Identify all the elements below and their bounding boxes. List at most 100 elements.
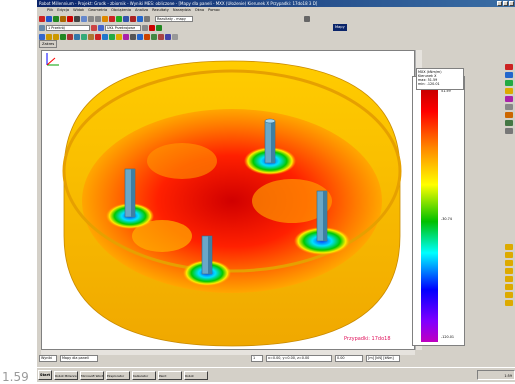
- print-preview-icon[interactable]: [505, 284, 513, 290]
- toolbar-view: [37, 32, 515, 41]
- deform-tool-icon[interactable]: [151, 33, 157, 40]
- taskbar-item[interactable]: Paint: [158, 370, 182, 380]
- rotate-icon[interactable]: [109, 15, 115, 22]
- start-button[interactable]: Start: [38, 370, 52, 380]
- display-icon[interactable]: [142, 24, 148, 31]
- menu-analysis[interactable]: Analiza: [135, 7, 148, 14]
- check-icon[interactable]: [156, 24, 162, 31]
- mode-box[interactable]: Mapy: [333, 24, 347, 31]
- maximize-button[interactable]: [503, 1, 508, 6]
- filter-icon[interactable]: [91, 24, 97, 31]
- settings-icon[interactable]: [304, 15, 310, 22]
- stress-tool-icon[interactable]: [158, 33, 164, 40]
- menu-loads[interactable]: Obciążenia: [111, 7, 131, 14]
- column: [316, 190, 328, 242]
- node-icon[interactable]: [505, 64, 513, 70]
- export-icon[interactable]: [505, 268, 513, 274]
- new-icon[interactable]: [39, 15, 45, 22]
- load-case-caption: Przypadki: 17do18: [344, 336, 391, 342]
- results-combo[interactable]: Rezultaty - mapy: [155, 15, 193, 22]
- zoom-all-icon[interactable]: [60, 33, 66, 40]
- view-tabs: Zakres: [39, 40, 58, 48]
- open-icon[interactable]: [46, 15, 52, 22]
- menu-geometry[interactable]: Geometria: [88, 7, 107, 14]
- attribute-icon[interactable]: [149, 24, 155, 31]
- view-xz-icon[interactable]: [74, 33, 80, 40]
- section-tool-icon[interactable]: [165, 33, 171, 40]
- grid-icon[interactable]: [137, 15, 143, 22]
- node-tool-icon[interactable]: [39, 24, 45, 31]
- bar-tool-icon[interactable]: [95, 33, 101, 40]
- design-icon[interactable]: [505, 252, 513, 258]
- layout-combo[interactable]: UKŁ Przekrojowe: [105, 24, 141, 31]
- panel-icon[interactable]: [505, 80, 513, 86]
- tank-result-map: [62, 60, 402, 347]
- legend-value-mid: -30.74: [441, 217, 452, 221]
- result-tool-icon[interactable]: [123, 33, 129, 40]
- menu-file[interactable]: Plik: [47, 7, 53, 14]
- close-button[interactable]: [509, 1, 514, 6]
- taskbar: Start Robot Millennium Microsoft Word Ek…: [37, 367, 515, 382]
- map-icon[interactable]: [505, 112, 513, 118]
- taskbar-item[interactable]: Robot: [184, 370, 208, 380]
- layers-icon[interactable]: [144, 15, 150, 22]
- refresh-icon[interactable]: [172, 33, 178, 40]
- menu-help[interactable]: Pomoc: [208, 7, 220, 14]
- measure-icon[interactable]: [130, 15, 136, 22]
- paste-icon[interactable]: [81, 15, 87, 22]
- model-view-3d[interactable]: Przypadki: 17do18: [41, 50, 415, 350]
- report-icon[interactable]: [505, 260, 513, 266]
- table-tool-icon[interactable]: [130, 33, 136, 40]
- undo-icon[interactable]: [88, 15, 94, 22]
- status-units: [m] [kN] [kNm]: [366, 355, 400, 362]
- tab-range[interactable]: Zakres: [39, 40, 58, 48]
- support-tool-icon[interactable]: [109, 33, 115, 40]
- bar-icon[interactable]: [505, 72, 513, 78]
- diagram-tool-icon[interactable]: [137, 33, 143, 40]
- support-icon[interactable]: [505, 88, 513, 94]
- load-icon[interactable]: [505, 96, 513, 102]
- menu-window[interactable]: Okno: [195, 7, 204, 14]
- taskbar-item[interactable]: Robot Millennium: [54, 370, 78, 380]
- select-icon[interactable]: [123, 15, 129, 22]
- application-window: Robot Millennium - Projekt: Grodk - zbio…: [37, 0, 515, 367]
- view-xy-icon[interactable]: [67, 33, 73, 40]
- menu-view[interactable]: Widok: [73, 7, 84, 14]
- save-icon[interactable]: [53, 15, 59, 22]
- view-iso-icon[interactable]: [88, 33, 94, 40]
- taskbar-item[interactable]: Microsoft Word: [80, 370, 104, 380]
- menu-results[interactable]: Rezultaty: [152, 7, 169, 14]
- print-icon[interactable]: [60, 15, 66, 22]
- library-icon[interactable]: [505, 300, 513, 306]
- zoom-in-icon[interactable]: [46, 33, 52, 40]
- help-icon[interactable]: [505, 128, 513, 134]
- menu-edit[interactable]: Edycja: [57, 7, 69, 14]
- case-icon[interactable]: [98, 24, 104, 31]
- panel-tool-icon[interactable]: [102, 33, 108, 40]
- minimize-button[interactable]: [497, 1, 502, 6]
- status-coords: x=0.00, y=0.00, z=0.00: [266, 355, 332, 362]
- taskbar-item[interactable]: Kalkulator: [132, 370, 156, 380]
- map-tool-icon[interactable]: [144, 33, 150, 40]
- menu-tools[interactable]: Narzędzia: [173, 7, 191, 14]
- redo-icon[interactable]: [95, 15, 101, 22]
- legend-header-line: min: -120.01: [418, 82, 440, 86]
- zoom-icon[interactable]: [102, 15, 108, 22]
- copy-icon[interactable]: [74, 15, 80, 22]
- pan-icon[interactable]: [39, 33, 45, 40]
- taskbar-item[interactable]: Eksplorator: [106, 370, 130, 380]
- table-icon[interactable]: [505, 120, 513, 126]
- status-value: 0.00: [335, 355, 363, 362]
- view-3d-icon[interactable]: [116, 15, 122, 22]
- status-bar: Wyniki Mapy dla paneli 1 x=0.00, y=0.00,…: [37, 355, 515, 362]
- cut-icon[interactable]: [67, 15, 73, 22]
- calc-icon[interactable]: [505, 244, 513, 250]
- column: [264, 118, 276, 164]
- option-icon[interactable]: [505, 292, 513, 298]
- result-icon[interactable]: [505, 104, 513, 110]
- zoom-out-icon[interactable]: [53, 33, 59, 40]
- section-combo[interactable]: 1 Przekrój: [46, 24, 90, 31]
- load-tool-icon[interactable]: [116, 33, 122, 40]
- view-yz-icon[interactable]: [81, 33, 87, 40]
- import-icon[interactable]: [505, 276, 513, 282]
